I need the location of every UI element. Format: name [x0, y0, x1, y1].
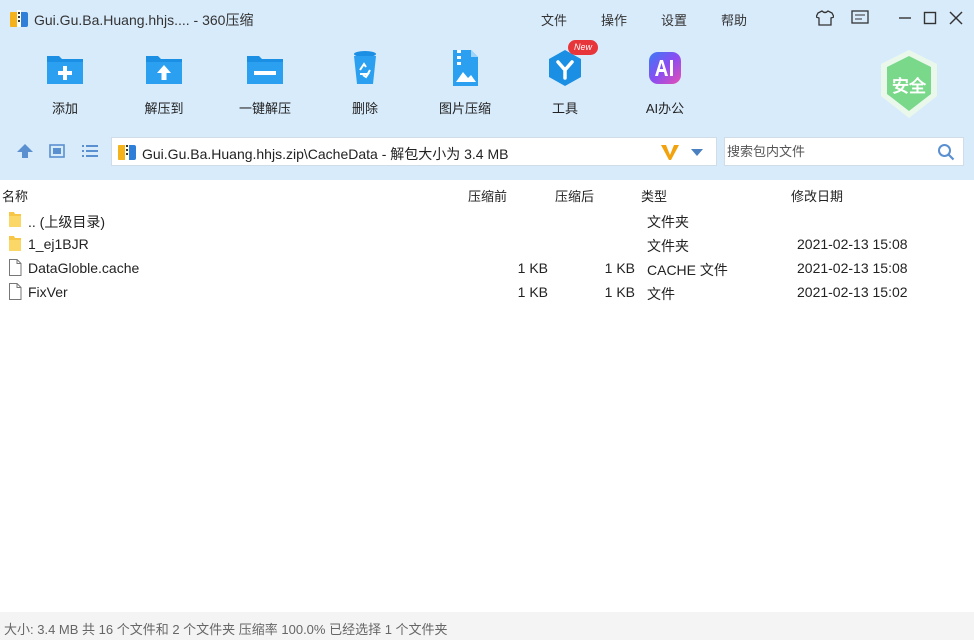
item-packed: 1 KB [517, 260, 548, 276]
message-icon [851, 10, 869, 24]
folder-icon [9, 236, 21, 251]
security-label: 安全 [892, 77, 926, 96]
menu-settings[interactable]: 设置 [661, 10, 687, 29]
item-name: .. (上级目录) [28, 214, 105, 230]
up-level-icon[interactable] [16, 142, 34, 160]
search-input[interactable] [727, 141, 927, 162]
ai-office-icon [649, 52, 681, 84]
menu-operate[interactable]: 操作 [601, 10, 627, 29]
column-name[interactable]: 名称 [2, 186, 28, 205]
menu-file[interactable]: 文件 [541, 10, 567, 29]
archive-icon [118, 143, 136, 160]
add-button[interactable]: 添加 [25, 48, 105, 118]
item-type: CACHE 文件 [647, 262, 728, 278]
minimize-icon [899, 17, 911, 19]
item-name: 1_ej1BJR [28, 236, 89, 252]
list-item[interactable]: FixVer 1 KB 1 KB 文件 2021-02-13 15:02 [0, 280, 974, 304]
image-compress-button[interactable]: 图片压缩 [425, 48, 505, 118]
app-logo-icon [10, 10, 28, 27]
new-badge: New [568, 40, 598, 55]
image-compress-icon [453, 50, 478, 86]
extract-to-icon [146, 56, 182, 84]
delete-label: 删除 [351, 101, 378, 116]
extract-to-label: 解压到 [144, 101, 184, 116]
tools-label: 工具 [551, 101, 578, 116]
delete-icon [354, 51, 376, 84]
file-icon [9, 283, 22, 300]
file-icon [9, 259, 22, 276]
item-unpacked: 1 KB [604, 260, 635, 276]
v-logo-icon[interactable] [660, 142, 680, 162]
item-modified: 2021-02-13 15:08 [797, 236, 908, 252]
list-item[interactable]: DataGloble.cache 1 KB 1 KB CACHE 文件 2021… [0, 256, 974, 280]
search-icon[interactable] [937, 143, 955, 161]
menu-help[interactable]: 帮助 [721, 10, 747, 29]
column-modified[interactable]: 修改日期 [791, 186, 843, 205]
one-click-extract-icon [247, 56, 283, 84]
item-type: 文件夹 [647, 214, 689, 230]
add-label: 添加 [51, 101, 78, 116]
column-type[interactable]: 类型 [641, 186, 667, 205]
title-bar: Gui.Gu.Ba.Huang.hhjs.... - 360压缩 文件 操作 设… [0, 0, 974, 36]
column-packed[interactable]: 压缩前 [468, 186, 507, 205]
address-bar[interactable]: Gui.Gu.Ba.Huang.hhjs.zip\CacheData - 解包大… [111, 137, 717, 166]
address-path: Gui.Gu.Ba.Huang.hhjs.zip\CacheData - 解包大… [142, 146, 509, 162]
extract-to-button[interactable]: 解压到 [124, 48, 204, 118]
image-compress-label: 图片压缩 [438, 101, 491, 116]
item-type: 文件 [647, 286, 675, 302]
maximize-button[interactable] [920, 8, 940, 28]
close-icon [949, 11, 963, 25]
one-click-extract-label: 一键解压 [238, 101, 291, 116]
list-view-icon[interactable] [81, 142, 99, 160]
list-item[interactable]: .. (上级目录) 文件夹 [0, 208, 974, 232]
thumbnail-view-icon[interactable] [48, 142, 66, 160]
delete-button[interactable]: 删除 [325, 48, 405, 118]
status-bar: 大小: 3.4 MB 共 16 个文件和 2 个文件夹 压缩率 100.0% 已… [0, 612, 974, 640]
close-button[interactable] [946, 8, 966, 28]
item-modified: 2021-02-13 15:02 [797, 284, 908, 300]
minimize-button[interactable] [895, 8, 915, 28]
item-packed: 1 KB [517, 284, 548, 300]
skin-button[interactable] [815, 8, 835, 28]
chevron-down-icon[interactable] [690, 147, 704, 157]
item-modified: 2021-02-13 15:08 [797, 260, 908, 276]
one-click-extract-button[interactable]: 一键解压 [225, 48, 305, 118]
maximize-icon [923, 11, 937, 25]
add-icon [47, 56, 83, 84]
window-title: Gui.Gu.Ba.Huang.hhjs.... - 360压缩 [34, 12, 254, 28]
item-type: 文件夹 [647, 238, 689, 254]
list-header: 名称 压缩前 压缩后 类型 修改日期 [0, 184, 974, 204]
tools-button[interactable]: 工具 [525, 48, 605, 118]
search-box[interactable] [724, 137, 964, 166]
feedback-button[interactable] [850, 8, 870, 28]
item-unpacked: 1 KB [604, 284, 635, 300]
tshirt-icon [816, 10, 834, 26]
status-text: 大小: 3.4 MB 共 16 个文件和 2 个文件夹 压缩率 100.0% 已… [4, 622, 448, 637]
column-unpacked[interactable]: 压缩后 [555, 186, 594, 205]
item-name: FixVer [28, 284, 68, 300]
item-name: DataGloble.cache [28, 260, 140, 276]
ai-office-button[interactable]: AI办公 [625, 48, 705, 118]
folder-icon [9, 212, 21, 227]
ai-office-label: AI办公 [645, 101, 685, 116]
list-item[interactable]: 1_ej1BJR 文件夹 2021-02-13 15:08 [0, 232, 974, 256]
